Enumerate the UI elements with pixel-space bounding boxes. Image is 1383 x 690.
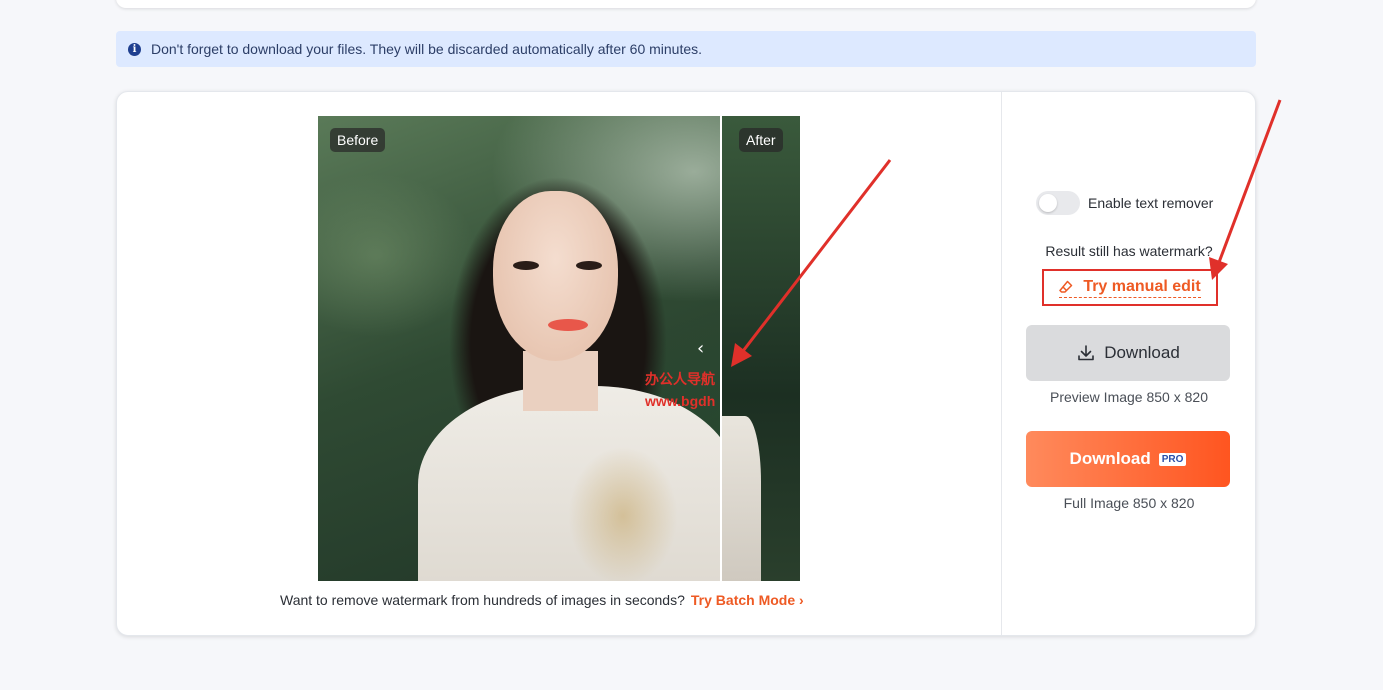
photo-subject-eye [576,261,602,270]
notice-banner: i Don't forget to download your files. T… [116,31,1256,67]
text-remover-toggle[interactable] [1036,191,1080,215]
photo-subject-embroidery [568,446,678,581]
watermark-text: 办公人导航 www.bgdh [645,368,723,412]
before-label: Before [330,128,386,152]
photo-subject-eye [513,261,539,270]
batch-prompt: Want to remove watermark from hundreds o… [280,592,685,608]
text-remover-label: Enable text remover [1088,195,1214,211]
photo-subject-lips [548,319,588,331]
chevron-left-icon[interactable]: ‹ [697,338,704,359]
after-image [721,116,800,581]
full-caption: Full Image 850 x 820 [1063,495,1195,511]
preview-caption: Preview Image 850 x 820 [1050,389,1208,405]
chevron-right-icon[interactable]: › [734,338,741,359]
pro-badge: PRO [1158,452,1187,466]
download-panel: Enable text remover Result still has wat… [1002,92,1256,635]
notice-text: Don't forget to download your files. The… [151,41,703,57]
chevron-right-icon: › [799,592,804,608]
after-label: After [739,128,783,152]
text-remover-toggle-row: Enable text remover [1036,191,1213,215]
toggle-knob [1039,194,1057,212]
manual-edit-highlight: Try manual edit [1042,269,1218,306]
before-after-compare[interactable]: 办公人导航 www.bgdh ‹ › Before After [318,116,800,581]
photo-subject-face [493,191,618,361]
still-watermark-text: Result still has watermark? [1045,243,1213,259]
download-preview-button[interactable]: Download [1026,325,1230,381]
eraser-icon [1059,280,1073,293]
download-pro-label: Download [1069,449,1151,468]
download-full-button[interactable]: Download PRO [1026,431,1230,487]
compare-slider-handle[interactable] [720,116,722,581]
batch-promo: Want to remove watermark from hundreds o… [280,592,804,608]
info-icon: i [128,42,141,56]
manual-edit-label: Try manual edit [1083,277,1201,295]
result-card: 办公人导航 www.bgdh ‹ › Before After Want to … [116,91,1256,636]
download-icon [1078,345,1094,361]
try-manual-edit-link[interactable]: Try manual edit [1059,277,1201,298]
try-batch-mode-link[interactable]: Try Batch Mode › [691,592,804,608]
watermark-line-1: 办公人导航 [645,371,715,387]
watermark-line-2: www.bgdh [645,393,716,409]
download-label: Download [1104,343,1180,362]
previous-card [116,0,1256,8]
